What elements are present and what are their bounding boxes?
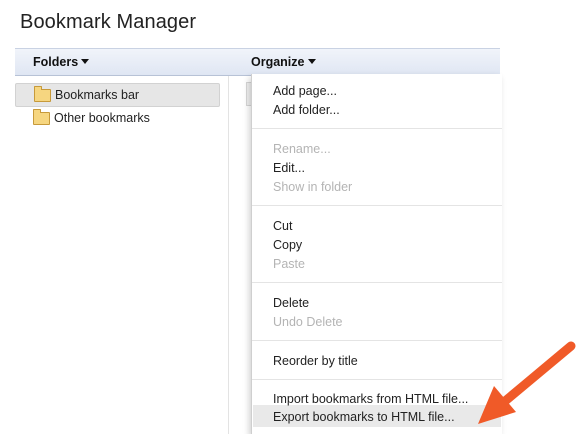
menu-item-export-bookmarks[interactable]: Export bookmarks to HTML file... [273,408,455,426]
menu-separator [252,282,502,283]
sidebar-item-bookmarks-bar[interactable]: Bookmarks bar [15,83,220,107]
sidebar-item-other-bookmarks[interactable]: Other bookmarks [15,107,218,129]
folder-tree: Bookmarks bar Other bookmarks [15,76,227,434]
caret-down-icon [307,59,316,64]
organize-dropdown-menu: Add page... Add folder... Rename... Edit… [251,74,502,434]
menu-item-add-folder[interactable]: Add folder... [273,101,340,119]
menu-item-rename: Rename... [273,142,331,156]
menu-item-cut[interactable]: Cut [273,217,292,235]
toolbar: Folders Organize [15,48,500,76]
sidebar-item-label: Other bookmarks [54,111,150,125]
menu-item-edit[interactable]: Edit... [273,159,305,177]
caret-down-icon [81,59,90,64]
pane-divider[interactable] [228,76,229,434]
organize-menu-label: Organize [251,55,305,69]
folder-icon [33,109,50,125]
menu-item-paste: Paste [273,257,305,271]
menu-separator [252,379,502,380]
menu-item-delete[interactable]: Delete [273,294,309,312]
menu-item-add-page[interactable]: Add page... [273,82,337,100]
menu-separator [252,128,502,129]
sidebar-item-label: Bookmarks bar [55,88,140,102]
menu-item-import-bookmarks[interactable]: Import bookmarks from HTML file... [273,390,468,408]
organize-menu-button[interactable]: Organize [251,55,316,69]
pointer-arrow-icon [478,341,576,424]
folders-menu-label: Folders [33,55,79,69]
menu-item-copy[interactable]: Copy [273,236,302,254]
menu-item-undo-delete: Undo Delete [273,315,343,329]
folder-icon [34,86,51,102]
page-title: Bookmark Manager [20,11,197,33]
menu-item-reorder-by-title[interactable]: Reorder by title [273,352,358,370]
menu-separator [252,340,502,341]
menu-item-show-in-folder: Show in folder [273,180,353,194]
folders-menu-button[interactable]: Folders [33,55,90,69]
menu-separator [252,205,502,206]
